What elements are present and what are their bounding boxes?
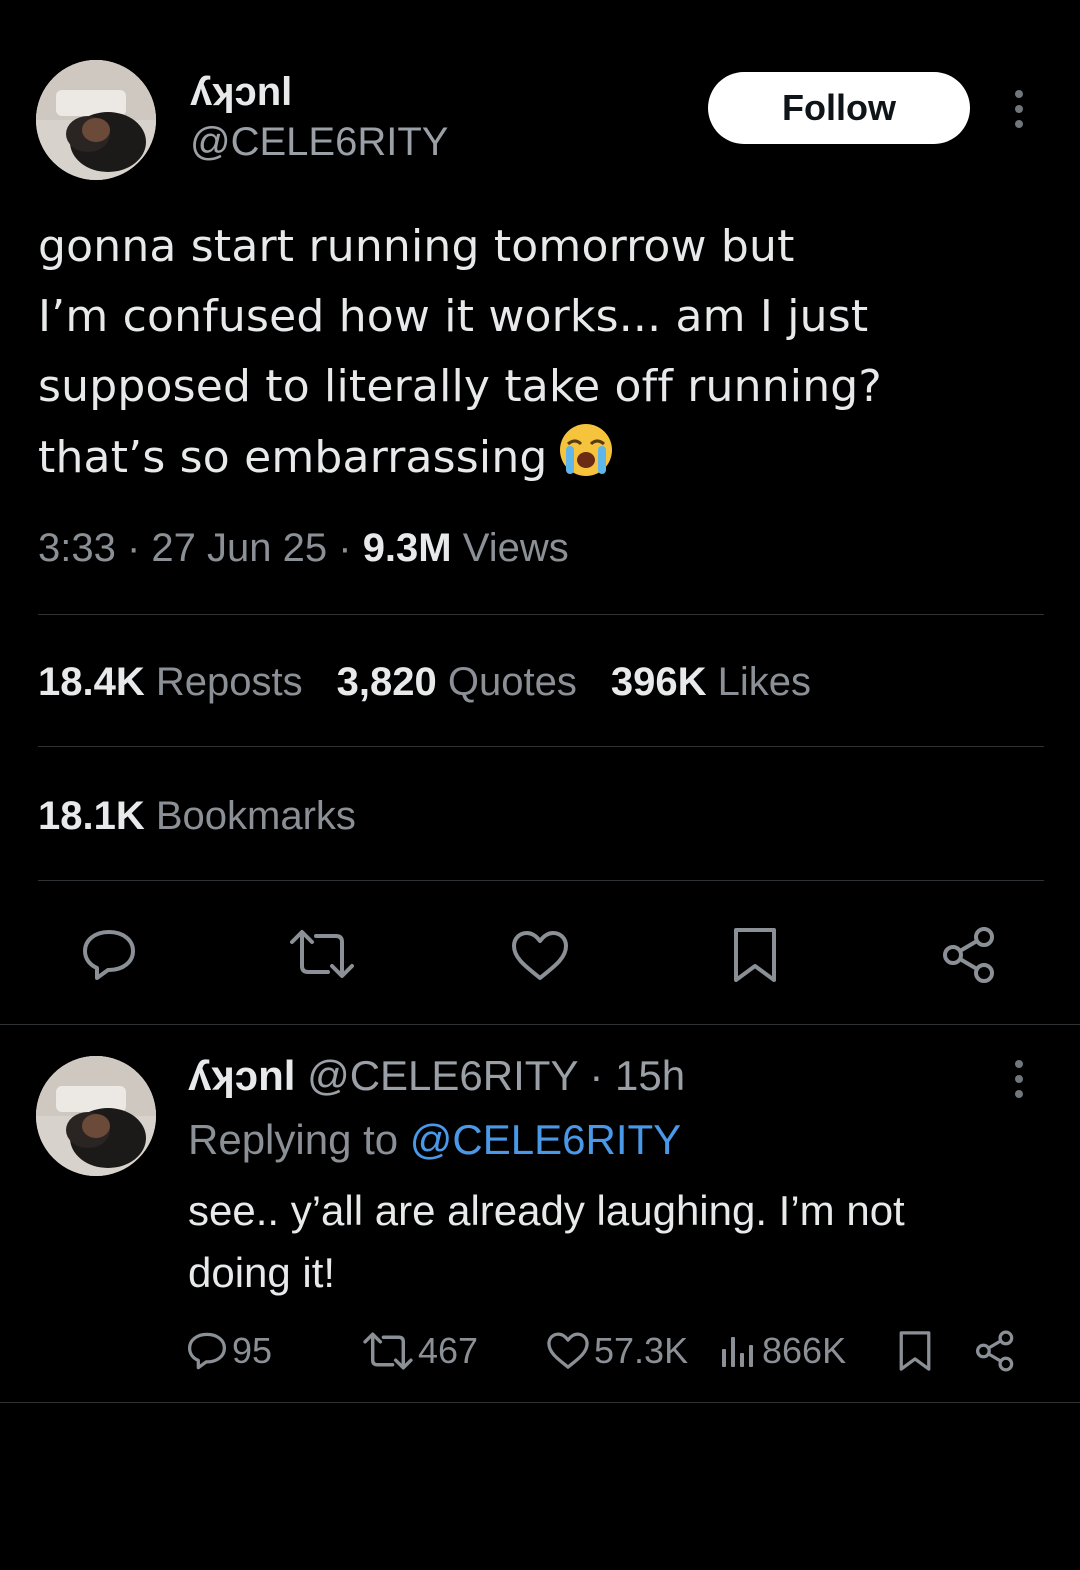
likes-count: 396K [610,660,707,704]
reply-reposts-count: 467 [418,1330,479,1371]
like-icon [546,1331,594,1371]
tweet-text-line: I’m confused how it works... am I just [38,291,869,342]
loudly-crying-face-icon [558,422,614,499]
divider [38,880,1044,881]
reply-views-count: 866K [762,1330,847,1371]
replying-prefix: Replying to [188,1116,399,1163]
reply-replies-count: 95 [232,1330,273,1371]
replying-to: Replying to @CELE6RITY [188,1116,681,1164]
reply-reply-button[interactable]: 95 [186,1330,362,1372]
reposts-count: 18.4K [38,660,145,704]
meta-separator: · [589,1052,604,1099]
author-handle[interactable]: @CELE6RITY [190,120,448,165]
tweet-time[interactable]: 3:33 [38,526,116,570]
reply-text-line: see.. y’all are already laughing. I’m no… [188,1187,905,1234]
reply-icon [186,1330,232,1372]
reply-likes-count: 57.3K [594,1330,689,1371]
like-icon[interactable] [510,930,570,987]
author-avatar[interactable] [36,60,156,180]
tweet-text-line: supposed to literally take off running? [38,361,882,412]
likes-label: Likes [717,660,811,704]
views-count: 9.3M [362,526,452,570]
author-display-name[interactable]: ʎʞɔnl [190,70,292,115]
bookmarks-stat[interactable]: 18.1K Bookmarks [38,794,356,839]
reply-text-line: doing it! [188,1249,336,1296]
reply-like-button[interactable]: 57.3K [546,1330,718,1372]
divider [0,1024,1080,1025]
meta-separator: · [126,526,152,570]
meta-separator: · [338,526,363,570]
reply-text: see.. y’all are already laughing. I’m no… [188,1180,1028,1304]
repost-icon[interactable] [288,928,356,985]
reposts-stat[interactable]: 18.4K Reposts [38,660,303,704]
reply-more-options-icon[interactable] [1013,1060,1025,1098]
engagement-stats: 18.4K Reposts 3,820 Quotes 396K Likes [38,660,811,705]
reply-action-bar: 95 467 57.3K 866K [186,1326,1024,1376]
views-label: Views [462,526,569,570]
tweet-text: gonna start running tomorrow but I’m con… [38,212,1048,499]
replying-to-mention[interactable]: @CELE6RITY [410,1116,681,1163]
reply-repost-button[interactable]: 467 [362,1330,546,1372]
repost-icon [362,1331,418,1371]
reply-icon[interactable] [80,926,138,989]
reposts-label: Reposts [155,660,303,704]
divider [0,1402,1080,1403]
reply-bookmark-icon[interactable] [898,1330,974,1372]
share-icon[interactable] [940,926,998,989]
more-options-icon[interactable] [1013,90,1025,128]
tweet-meta: 3:33 · 27 Jun 25 · 9.3M Views [38,526,569,571]
quotes-stat[interactable]: 3,820 Quotes [337,660,577,704]
reply-author-handle[interactable]: @CELE6RITY [307,1052,578,1099]
tweet-text-line: that’s so embarrassing [38,422,1048,499]
bookmark-icon[interactable] [732,926,778,989]
views-icon [718,1331,762,1371]
quotes-count: 3,820 [336,660,437,704]
reply-time[interactable]: 15h [615,1052,685,1099]
likes-stat[interactable]: 396K Likes [611,660,811,704]
bookmarks-count: 18.1K [38,794,145,838]
reply-views-button[interactable]: 866K [718,1330,898,1372]
bookmarks-label: Bookmarks [155,794,356,838]
quotes-label: Quotes [447,660,577,704]
divider [38,614,1044,615]
reply-share-icon[interactable] [974,1330,1024,1372]
tweet-text-line: gonna start running tomorrow but [38,221,795,272]
reply-author-display-name[interactable]: ʎʞɔnl [188,1052,295,1099]
reply-header: ʎʞɔnl @CELE6RITY · 15h [188,1052,685,1100]
follow-button[interactable]: Follow [708,72,970,144]
tweet-date[interactable]: 27 Jun 25 [151,526,327,570]
reply-author-avatar[interactable] [36,1056,156,1176]
divider [38,746,1044,747]
